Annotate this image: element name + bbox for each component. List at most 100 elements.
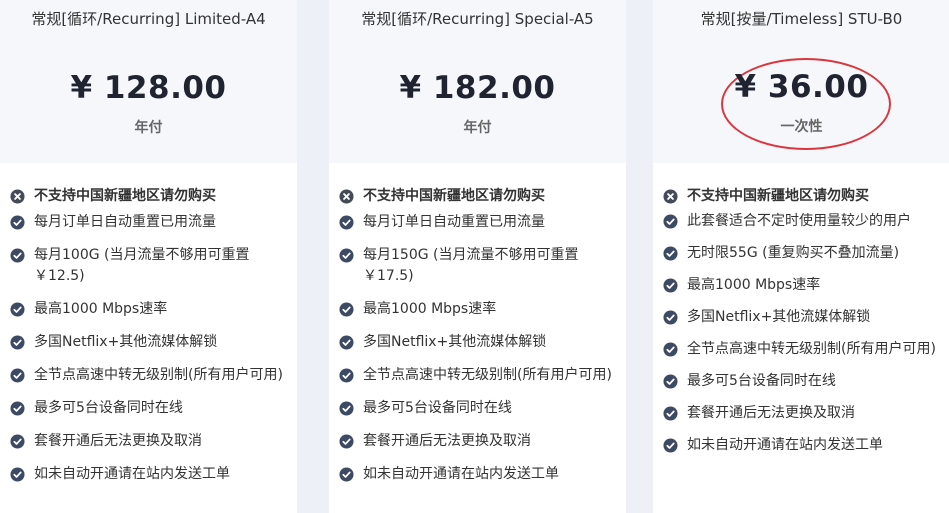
check-circle-icon xyxy=(10,434,25,449)
plan-feature-item: 多国Netflix+其他流媒体解锁 xyxy=(339,332,620,353)
plan-feature-text: 无时限55G (重复购买不叠加流量) xyxy=(687,245,900,261)
x-circle-icon xyxy=(10,189,25,204)
plan-feature-item: 全节点高速中转无级别制(所有用户可用) xyxy=(663,339,944,360)
plan-feature-text: 每月订单日自动重置已用流量 xyxy=(363,214,545,230)
check-circle-icon xyxy=(339,467,354,482)
plan-feature-item: 最高1000 Mbps速率 xyxy=(339,299,620,320)
plan-feature-text: 最高1000 Mbps速率 xyxy=(34,301,168,317)
plan-feature-text: 最多可5台设备同时在线 xyxy=(34,400,183,416)
check-circle-icon xyxy=(663,214,678,229)
x-circle-icon xyxy=(663,189,678,204)
plan-feature-text: 最高1000 Mbps速率 xyxy=(687,277,821,293)
plan-feature-item: 最多可5台设备同时在线 xyxy=(339,398,620,419)
plan-feature-text: 此套餐适合不定时使用量较少的用户 xyxy=(687,213,911,229)
plan-feature-text: 每月150G (当月流量不够用可重置 ￥17.5) xyxy=(363,247,579,284)
check-circle-icon xyxy=(10,302,25,317)
plan-card-header: 常规[循环/Recurring] Limited-A4 ¥ 128.00 年付 xyxy=(0,0,297,163)
plan-feature-item: 每月100G (当月流量不够用可重置 ￥12.5) xyxy=(10,245,291,287)
check-circle-icon xyxy=(339,335,354,350)
plan-title: 常规[按量/Timeless] STU-B0 xyxy=(700,10,903,28)
plan-feature-text: 最多可5台设备同时在线 xyxy=(363,400,512,416)
plan-title: 常规[循环/Recurring] Special-A5 xyxy=(361,10,594,28)
plan-feature-item: 最多可5台设备同时在线 xyxy=(663,371,944,392)
plan-feature-item: 套餐开通后无法更换及取消 xyxy=(10,431,291,452)
plan-price: ¥ 128.00 xyxy=(70,70,227,106)
plan-card-special-a5[interactable]: 常规[循环/Recurring] Special-A5 ¥ 182.00 年付 … xyxy=(329,0,626,513)
plan-feature-item: 套餐开通后无法更换及取消 xyxy=(663,403,944,424)
plan-feature-item: 不支持中国新疆地区请勿购买 xyxy=(663,186,944,207)
plan-feature-text: 如未自动开通请在站内发送工单 xyxy=(363,466,559,482)
pricing-cards: 常规[循环/Recurring] Limited-A4 ¥ 128.00 年付 … xyxy=(0,0,949,513)
plan-feature-text: 套餐开通后无法更换及取消 xyxy=(687,405,855,421)
plan-feature-item: 如未自动开通请在站内发送工单 xyxy=(339,464,620,485)
check-circle-icon xyxy=(339,434,354,449)
plan-billing-period: 年付 xyxy=(134,120,163,136)
plan-feature-item: 无时限55G (重复购买不叠加流量) xyxy=(663,243,944,264)
plan-card-header: 常规[循环/Recurring] Special-A5 ¥ 182.00 年付 xyxy=(329,0,626,163)
check-circle-icon xyxy=(339,215,354,230)
plan-feature-text: 每月订单日自动重置已用流量 xyxy=(34,214,216,230)
plan-card-header: 常规[按量/Timeless] STU-B0 ¥ 36.00 一次性 xyxy=(653,0,949,163)
plan-price: ¥ 182.00 xyxy=(399,70,556,106)
check-circle-icon xyxy=(10,335,25,350)
check-circle-icon xyxy=(10,401,25,416)
check-circle-icon xyxy=(339,368,354,383)
plan-billing-period: 一次性 xyxy=(780,119,823,135)
check-circle-icon xyxy=(663,278,678,293)
x-circle-icon xyxy=(339,189,354,204)
plan-card-stu-b0[interactable]: 常规[按量/Timeless] STU-B0 ¥ 36.00 一次性 不支持中国… xyxy=(653,0,949,513)
check-circle-icon xyxy=(663,374,678,389)
check-circle-icon xyxy=(339,401,354,416)
check-circle-icon xyxy=(663,246,678,261)
plan-feature-text: 多国Netflix+其他流媒体解锁 xyxy=(34,334,218,350)
plan-feature-text: 全节点高速中转无级别制(所有用户可用) xyxy=(687,341,936,357)
check-circle-icon xyxy=(10,248,25,263)
plan-feature-item: 不支持中国新疆地区请勿购买 xyxy=(10,186,291,207)
plan-feature-text: 如未自动开通请在站内发送工单 xyxy=(34,466,230,482)
plan-feature-text: 不支持中国新疆地区请勿购买 xyxy=(363,188,545,204)
plan-feature-item: 多国Netflix+其他流媒体解锁 xyxy=(10,332,291,353)
plan-feature-item: 最多可5台设备同时在线 xyxy=(10,398,291,419)
plan-feature-item: 多国Netflix+其他流媒体解锁 xyxy=(663,307,944,328)
plan-features-list: 不支持中国新疆地区请勿购买 每月订单日自动重置已用流量每月150G (当月流量不够… xyxy=(339,186,620,497)
plan-feature-item: 最高1000 Mbps速率 xyxy=(663,275,944,296)
check-circle-icon xyxy=(10,368,25,383)
check-circle-icon xyxy=(10,215,25,230)
check-circle-icon xyxy=(339,302,354,317)
plan-feature-text: 全节点高速中转无级别制(所有用户可用) xyxy=(34,367,283,383)
plan-feature-item: 全节点高速中转无级别制(所有用户可用) xyxy=(10,365,291,386)
check-circle-icon xyxy=(663,438,678,453)
plan-features-list: 不支持中国新疆地区请勿购买此套餐适合不定时使用量较少的用户 无时限55G (重复购… xyxy=(663,186,944,467)
check-circle-icon xyxy=(10,467,25,482)
plan-feature-item: 每月150G (当月流量不够用可重置 ￥17.5) xyxy=(339,245,620,287)
plan-feature-item: 套餐开通后无法更换及取消 xyxy=(339,431,620,452)
plan-feature-item: 最高1000 Mbps速率 xyxy=(10,299,291,320)
plan-feature-item: 每月订单日自动重置已用流量 xyxy=(339,212,620,233)
check-circle-icon xyxy=(663,310,678,325)
check-circle-icon xyxy=(663,342,678,357)
plan-billing-period: 年付 xyxy=(463,120,492,136)
plan-price: ¥ 36.00 xyxy=(734,69,869,105)
plan-feature-text: 多国Netflix+其他流媒体解锁 xyxy=(363,334,547,350)
plan-feature-text: 不支持中国新疆地区请勿购买 xyxy=(687,188,869,204)
plan-feature-text: 全节点高速中转无级别制(所有用户可用) xyxy=(363,367,612,383)
check-circle-icon xyxy=(663,406,678,421)
plan-feature-text: 最多可5台设备同时在线 xyxy=(687,373,836,389)
plan-feature-item: 每月订单日自动重置已用流量 xyxy=(10,212,291,233)
plan-feature-item: 此套餐适合不定时使用量较少的用户 xyxy=(663,211,944,232)
plan-feature-text: 不支持中国新疆地区请勿购买 xyxy=(34,188,216,204)
plan-card-limited-a4[interactable]: 常规[循环/Recurring] Limited-A4 ¥ 128.00 年付 … xyxy=(0,0,297,513)
plan-feature-text: 最高1000 Mbps速率 xyxy=(363,301,497,317)
plan-feature-text: 如未自动开通请在站内发送工单 xyxy=(687,437,883,453)
plan-title: 常规[循环/Recurring] Limited-A4 xyxy=(31,10,266,28)
plan-feature-item: 如未自动开通请在站内发送工单 xyxy=(10,464,291,485)
plan-feature-text: 多国Netflix+其他流媒体解锁 xyxy=(687,309,871,325)
plan-features-list: 不支持中国新疆地区请勿购买 每月订单日自动重置已用流量每月100G (当月流量不够… xyxy=(10,186,291,497)
plan-feature-text: 套餐开通后无法更换及取消 xyxy=(34,433,202,449)
plan-feature-text: 每月100G (当月流量不够用可重置 ￥12.5) xyxy=(34,247,250,284)
check-circle-icon xyxy=(339,248,354,263)
plan-feature-item: 如未自动开通请在站内发送工单 xyxy=(663,435,944,456)
plan-feature-item: 全节点高速中转无级别制(所有用户可用) xyxy=(339,365,620,386)
plan-feature-item: 不支持中国新疆地区请勿购买 xyxy=(339,186,620,207)
plan-feature-text: 套餐开通后无法更换及取消 xyxy=(363,433,531,449)
